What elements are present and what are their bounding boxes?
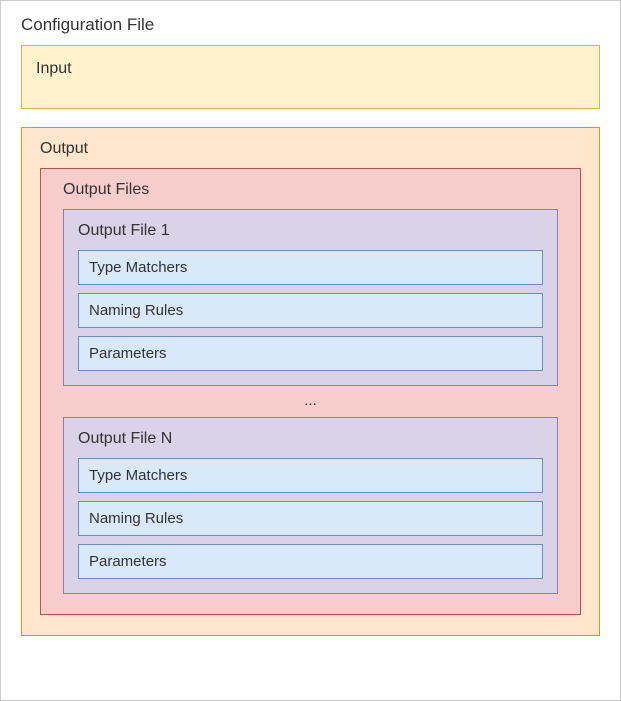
output-file-item: Output File N Type Matchers Naming Rules…	[63, 417, 558, 594]
parameters-row: Parameters	[78, 544, 543, 579]
output-file-item: Output File 1 Type Matchers Naming Rules…	[63, 209, 558, 386]
diagram-title: Configuration File	[21, 15, 600, 35]
type-matchers-row: Type Matchers	[78, 250, 543, 285]
parameters-row: Parameters	[78, 336, 543, 371]
naming-rules-row: Naming Rules	[78, 501, 543, 536]
input-box: Input	[21, 45, 600, 109]
output-files-box: Output Files Output File 1 Type Matchers…	[40, 168, 581, 615]
input-label: Input	[36, 60, 585, 78]
output-box: Output Output Files Output File 1 Type M…	[21, 127, 600, 636]
output-files-label: Output Files	[63, 181, 558, 199]
output-label: Output	[40, 140, 581, 158]
output-file-item-label: Output File 1	[78, 222, 543, 240]
configuration-file-diagram: Configuration File Input Output Output F…	[0, 0, 621, 701]
type-matchers-row: Type Matchers	[78, 458, 543, 493]
ellipsis: ...	[63, 392, 558, 409]
output-file-item-label: Output File N	[78, 430, 543, 448]
naming-rules-row: Naming Rules	[78, 293, 543, 328]
